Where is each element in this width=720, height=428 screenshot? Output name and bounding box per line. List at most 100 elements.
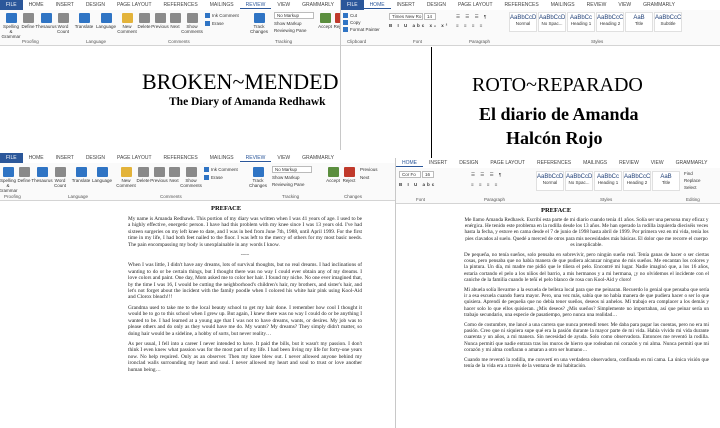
show-comments-button[interactable]: Show Comments xyxy=(181,13,203,34)
paragraph-buttons[interactable]: ☰ ☰ ☰ ¶ xyxy=(471,171,503,178)
tab-home[interactable]: HOME xyxy=(23,2,50,8)
tab-file[interactable]: FILE xyxy=(0,0,23,10)
tab-mailings[interactable]: MAILINGS xyxy=(577,160,613,166)
alignment-buttons[interactable]: ≡ ≡ ≡ ≡ xyxy=(471,181,499,188)
spelling-grammar-button[interactable]: Spelling & Grammar xyxy=(2,13,21,39)
tab-page-layout[interactable]: PAGE LAYOUT xyxy=(111,2,158,8)
previous-comment-button[interactable]: Previous xyxy=(151,13,169,29)
tab-home[interactable]: HOME xyxy=(23,155,50,161)
tab-view[interactable]: VIEW xyxy=(612,2,637,8)
markup-select[interactable]: No Markup xyxy=(274,12,314,19)
next-change-button[interactable]: Next xyxy=(360,174,369,181)
previous-comment-button[interactable]: Previous xyxy=(150,167,168,183)
style-normal[interactable]: AaBbCcD Normal xyxy=(509,12,537,32)
tab-references[interactable]: REFERENCES xyxy=(499,2,545,8)
tab-mailings[interactable]: MAILINGS xyxy=(204,155,240,161)
define-button[interactable]: Define xyxy=(17,167,31,183)
tab-insert[interactable]: INSERT xyxy=(50,155,80,161)
ink-comment-button[interactable]: Ink Comment xyxy=(205,12,239,19)
style-no-spacing[interactable]: AaBbCcD No Spac... xyxy=(565,171,593,191)
word-count-button[interactable]: Word Count xyxy=(56,13,70,34)
tab-design[interactable]: DESIGN xyxy=(453,160,484,166)
erase-button[interactable]: Erase xyxy=(205,20,224,27)
accept-button[interactable]: Accept xyxy=(326,167,340,183)
tab-page-layout[interactable]: PAGE LAYOUT xyxy=(452,2,499,8)
thesaurus-button[interactable]: Thesaurus xyxy=(31,167,53,183)
cut-button[interactable]: Cut xyxy=(343,12,357,19)
document-page[interactable]: ROTO~REPARADO El diario de Amanda Halcón… xyxy=(431,47,671,160)
font-format-buttons[interactable]: B I U abc x₂ x² xyxy=(389,22,449,29)
reviewing-pane-button[interactable]: Reviewing Pane xyxy=(272,181,305,188)
style-heading-1[interactable]: AaBbCc Heading 1 xyxy=(594,171,622,191)
style-heading-1[interactable]: AaBbCc Heading 1 xyxy=(567,12,595,32)
tab-page-layout[interactable]: PAGE LAYOUT xyxy=(484,160,531,166)
tab-file[interactable]: FILE xyxy=(341,0,364,10)
format-painter-button[interactable]: Format Painter xyxy=(343,26,380,33)
document-page[interactable]: PREFACE My name is Amanda Redhawk. This … xyxy=(95,202,385,428)
tab-references[interactable]: REFERENCES xyxy=(531,160,577,166)
style-subtitle[interactable]: AaBbCcC Subtitle xyxy=(654,12,682,32)
style-heading-2[interactable]: AaBbCcC Heading 2 xyxy=(623,171,651,191)
tab-review[interactable]: REVIEW xyxy=(239,155,272,162)
define-button[interactable]: Define xyxy=(21,13,35,29)
paragraph-buttons[interactable]: ☰ ☰ ☰ ¶ xyxy=(456,13,488,20)
new-comment-button[interactable]: New Comment xyxy=(117,13,137,34)
ink-comment-button[interactable]: Ink Comment xyxy=(204,166,238,173)
tab-grammarly[interactable]: GRAMMARLY xyxy=(296,155,340,161)
tab-references[interactable]: REFERENCES xyxy=(158,155,204,161)
tab-review[interactable]: REVIEW xyxy=(613,160,645,166)
tab-page-layout[interactable]: PAGE LAYOUT xyxy=(111,155,158,161)
erase-button[interactable]: Erase xyxy=(204,174,223,181)
track-changes-button[interactable]: Track Changes xyxy=(248,13,270,34)
delete-comment-button[interactable]: Delete xyxy=(136,167,150,183)
alignment-buttons[interactable]: ≡ ≡ ≡ ≡ xyxy=(456,22,484,29)
styles-gallery[interactable]: AaBbCcD Normal AaBbCcD No Spac... AaBbCc He… xyxy=(509,12,683,32)
tab-home[interactable]: HOME xyxy=(396,160,423,167)
show-comments-button[interactable]: Show Comments xyxy=(180,167,202,188)
tab-grammarly[interactable]: GRAMMARLY xyxy=(296,2,340,8)
tab-view[interactable]: VIEW xyxy=(271,2,296,8)
tab-grammarly[interactable]: GRAMMARLY xyxy=(637,2,681,8)
font-size-select[interactable]: 14 xyxy=(424,13,436,20)
reviewing-pane-button[interactable]: Reviewing Pane xyxy=(274,27,307,34)
document-page[interactable]: BROKEN~MENDED The Diary of Amanda Redhaw… xyxy=(110,47,340,158)
tab-mailings[interactable]: MAILINGS xyxy=(204,2,240,8)
font-name-select[interactable]: Times New Ro xyxy=(389,13,423,20)
accept-button[interactable]: Accept xyxy=(318,13,332,29)
tab-view[interactable]: VIEW xyxy=(271,155,296,161)
previous-change-button[interactable]: Previous xyxy=(360,166,378,173)
style-title[interactable]: AaB Title xyxy=(625,12,653,32)
document-page[interactable]: PREFACE Me llamo Amanda Redhawk. Escribí… xyxy=(401,205,720,428)
tab-references[interactable]: REFERENCES xyxy=(158,2,204,8)
delete-comment-button[interactable]: Delete xyxy=(137,13,151,29)
style-heading-2[interactable]: AaBbCcC Heading 2 xyxy=(596,12,624,32)
find-button[interactable]: Find xyxy=(684,170,693,177)
translate-button[interactable]: Translate xyxy=(71,167,91,183)
new-comment-button[interactable]: New Comment xyxy=(116,167,136,188)
language-button[interactable]: Language xyxy=(92,167,112,183)
font-size-select[interactable]: 16 xyxy=(422,171,434,178)
translate-button[interactable]: Translate xyxy=(74,13,94,29)
tab-home[interactable]: HOME xyxy=(363,2,391,9)
font-name-select[interactable]: Cor Fo xyxy=(399,171,421,178)
tab-insert[interactable]: INSERT xyxy=(391,2,421,8)
next-comment-button[interactable]: Next xyxy=(168,167,180,183)
copy-button[interactable]: Copy xyxy=(343,19,361,26)
tab-review[interactable]: REVIEW xyxy=(581,2,613,8)
show-markup-button[interactable]: Show Markup xyxy=(274,20,302,27)
styles-gallery[interactable]: AaBbCcD Normal AaBbCcD No Spac... AaBbCc He… xyxy=(536,171,681,191)
tab-insert[interactable]: INSERT xyxy=(50,2,80,8)
markup-select[interactable]: No Markup xyxy=(272,166,312,173)
word-count-button[interactable]: Word Count xyxy=(53,167,67,188)
select-button[interactable]: Select xyxy=(684,184,697,191)
tab-view[interactable]: VIEW xyxy=(645,160,670,166)
style-normal[interactable]: AaBbCcD Normal xyxy=(536,171,564,191)
replace-button[interactable]: Replace xyxy=(684,177,701,184)
tab-insert[interactable]: INSERT xyxy=(423,160,453,166)
show-markup-button[interactable]: Show Markup xyxy=(272,174,300,181)
style-title[interactable]: AaB Title xyxy=(652,171,680,191)
font-format-buttons[interactable]: B I U abc xyxy=(399,181,436,188)
tab-mailings[interactable]: MAILINGS xyxy=(545,2,581,8)
next-comment-button[interactable]: Next xyxy=(169,13,181,29)
style-no-spacing[interactable]: AaBbCcD No Spac... xyxy=(538,12,566,32)
